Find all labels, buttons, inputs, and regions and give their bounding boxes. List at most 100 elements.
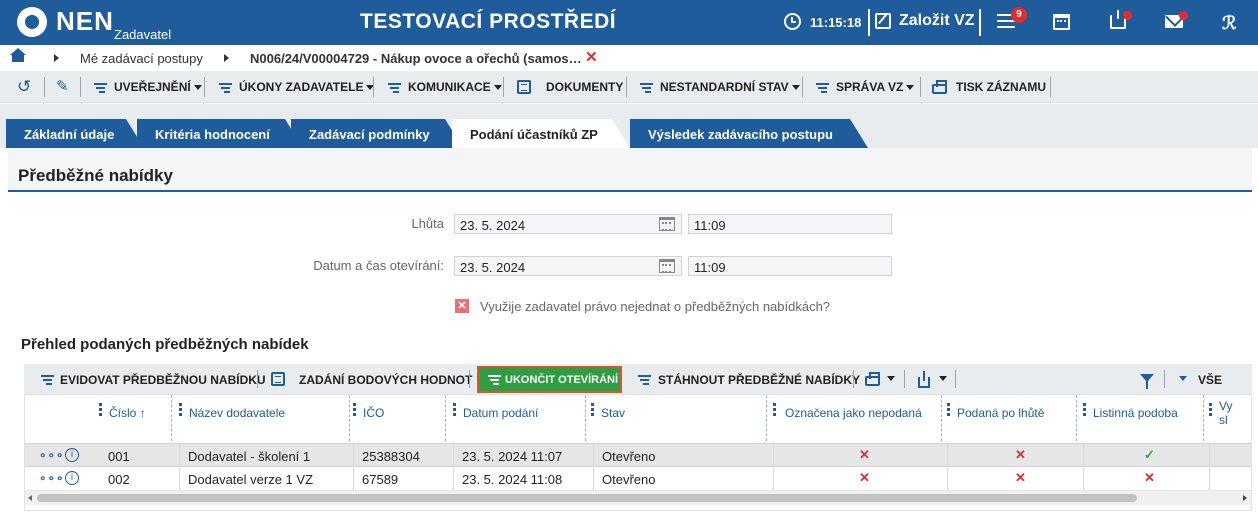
grid-toolbar: EVIDOVAT PŘEDBĚŽNOU NABÍDKU ZADÁNÍ BODOV… [24, 364, 1252, 394]
scrollbar-thumb[interactable] [37, 494, 1137, 502]
column-drag-icon [591, 403, 594, 416]
toolbar-divider [1050, 77, 1051, 97]
cell-divider [453, 444, 454, 468]
toolbar-divider [1164, 370, 1165, 388]
export-icon [918, 371, 930, 388]
tab-basic-info[interactable]: Základní údaje [6, 119, 144, 148]
deadline-time-field[interactable]: 11:09 [688, 214, 892, 234]
column-divider [171, 395, 172, 441]
chevron-down-icon [493, 85, 502, 90]
table-row[interactable]: ∘∘∘ i 001 Dodavatel - školení 1 25388304… [25, 443, 1251, 468]
toolbar-divider [503, 77, 504, 97]
refresh-icon[interactable]: ↺ [17, 77, 31, 97]
cell-divider [947, 444, 948, 468]
toolbar-divider [626, 77, 627, 97]
opening-date-field[interactable]: 23. 5. 2024 [454, 256, 682, 276]
cell-divider [593, 467, 594, 491]
close-procedure-icon[interactable]: ✕ [585, 48, 598, 66]
pencil-icon[interactable]: ✎ [56, 77, 69, 95]
list-icon [94, 83, 107, 94]
cross-icon: ✕ [859, 447, 870, 462]
waive-negotiation-checkbox[interactable]: ✕ [455, 299, 469, 313]
column-header-supplier[interactable]: Název dodavatele [179, 395, 349, 441]
chevron-down-icon [791, 85, 800, 90]
cell-divider [1083, 467, 1084, 491]
row-actions-icon[interactable]: ∘∘∘ [39, 448, 65, 462]
toolbar-divider [44, 77, 45, 97]
calendar-icon[interactable] [659, 217, 675, 231]
chevron-down-icon [193, 85, 202, 90]
tab-procedure-result[interactable]: Výsledek zadávacího postupu [630, 119, 868, 148]
calendar-icon[interactable] [659, 259, 675, 273]
publish-label: UVEŘEJNĚNÍ [114, 80, 191, 94]
info-icon[interactable]: i [65, 448, 79, 462]
list-icon [638, 375, 651, 386]
nonstandard-label: NESTANDARDNÍ STAV [660, 80, 789, 94]
mail-alert-dot [1179, 11, 1188, 20]
cell-supplier: Dodavatel verze 1 VZ [188, 472, 314, 487]
print-icon [932, 80, 947, 94]
column-header-late[interactable]: Podaná po lhůtě [947, 395, 1077, 441]
toolbar-divider [469, 370, 470, 388]
document-icon [271, 372, 285, 386]
print-icon [865, 372, 880, 386]
cell-status: Otevřeno [602, 472, 656, 487]
info-icon[interactable]: i [65, 471, 79, 485]
check-icon: ✓ [1144, 447, 1155, 462]
row-actions-icon[interactable]: ∘∘∘ [39, 471, 65, 485]
calendar-icon[interactable] [1053, 14, 1070, 30]
tab-bar: Základní údaje Kritéria hodnocení Zadáva… [0, 104, 1258, 148]
tab-participant-submissions[interactable]: Podání účastníků ZP [452, 119, 630, 148]
opening-time-field[interactable]: 11:09 [688, 256, 892, 276]
cell-divider [773, 467, 774, 491]
column-header-not-submitted[interactable]: Označena jako nepodaná [773, 395, 943, 441]
column-drag-icon [99, 403, 102, 416]
user-icon[interactable]: ℛ [1222, 13, 1236, 34]
column-header-number[interactable]: Číslo ↑ [99, 395, 171, 441]
column-header-status[interactable]: Stav [591, 395, 761, 441]
filter-icon[interactable] [1140, 374, 1154, 389]
toolbar-divider [802, 77, 803, 97]
horizontal-scrollbar[interactable] [25, 491, 1251, 505]
column-divider [1203, 395, 1204, 441]
toolbar-divider [373, 77, 374, 97]
column-divider [941, 395, 942, 441]
finish-opening-button[interactable]: UKONČIT OTEVÍRÁNÍ [477, 366, 622, 393]
column-header-date[interactable]: Datum podání [453, 395, 583, 441]
cell-divider [947, 467, 948, 491]
section-title: Předběžné nabídky [18, 166, 173, 185]
cell-divider [179, 444, 180, 468]
home-icon[interactable] [10, 48, 26, 62]
list-icon [488, 375, 501, 386]
toolbar-divider [257, 370, 258, 388]
column-header-paper[interactable]: Listinná podoba [1083, 395, 1203, 441]
edit-icon [875, 13, 891, 29]
cell-ico: 67589 [362, 472, 399, 487]
tab-tender-conditions[interactable]: Zadávací podmínky [291, 119, 463, 148]
cell-divider [1083, 444, 1084, 468]
actions-label: ÚKONY ZADAVATELE [239, 80, 364, 94]
column-header-result[interactable]: Vy sl [1209, 395, 1251, 441]
table-row[interactable]: ∘∘∘ i 002 Dodavatel verze 1 VZ 67589 23.… [25, 467, 1251, 491]
breadcrumb-my-procedures[interactable]: Mé zadávací postupy [80, 51, 203, 66]
column-header-ico[interactable]: IČO [353, 395, 449, 441]
column-header-label: Označena jako nepodaná [785, 406, 922, 420]
opening-label: Datum a čas otevírání: [313, 258, 444, 273]
scroll-left-icon[interactable] [28, 495, 32, 501]
breadcrumb-current-procedure[interactable]: N006/24/V00004729 - Nákup ovoce a ořechů… [250, 51, 582, 66]
cell-divider [1209, 444, 1210, 468]
documents-label: DOKUMENTY [546, 80, 624, 94]
cell-divider [179, 467, 180, 491]
toolbar-divider [80, 77, 81, 97]
deadline-date-field[interactable]: 23. 5. 2024 [454, 214, 682, 234]
chevron-down-icon [887, 376, 895, 381]
toolbar-divider [955, 370, 956, 388]
column-divider [1076, 395, 1077, 441]
chevron-down-icon [1179, 376, 1187, 381]
chevron-down-icon [939, 376, 947, 381]
cross-icon: ✕ [1015, 447, 1026, 462]
tab-evaluation-criteria[interactable]: Kritéria hodnocení [137, 119, 303, 148]
column-drag-icon [453, 403, 456, 416]
scroll-right-icon[interactable] [1243, 495, 1247, 501]
column-header-label: Listinná podoba [1093, 406, 1178, 420]
